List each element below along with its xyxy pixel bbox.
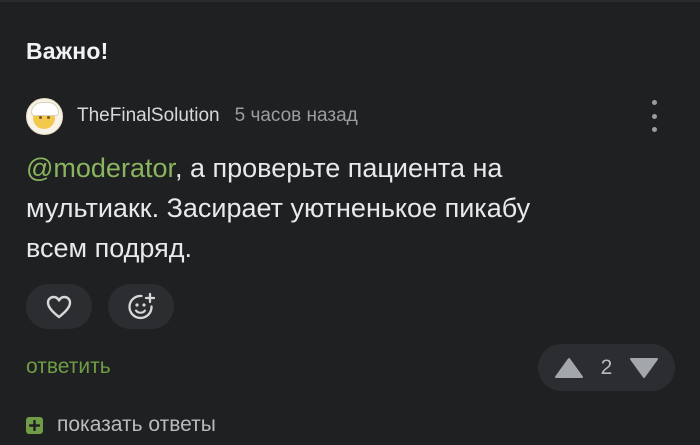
downvote-button[interactable] — [629, 357, 659, 379]
vertical-dots-icon[interactable] — [647, 100, 661, 132]
add-emoji-icon — [128, 292, 156, 319]
comment-header: TheFinalSolution 5 часов назад — [26, 97, 358, 135]
plus-icon — [26, 416, 43, 434]
reply-link[interactable]: ответить — [26, 355, 111, 379]
upvote-button[interactable] — [554, 357, 584, 379]
mention-link[interactable]: @moderator — [26, 153, 175, 183]
menu-dot — [651, 127, 657, 132]
avatar-hair — [31, 101, 59, 116]
comment-author[interactable]: TheFinalSolution — [77, 105, 220, 127]
comment-timestamp[interactable]: 5 часов назад — [235, 105, 358, 127]
triangle-up-icon — [555, 357, 583, 378]
section-title: Важно! — [26, 38, 109, 64]
add-reaction-button[interactable] — [108, 284, 174, 329]
comment-body: @moderator, а проверьте пациента на муль… — [26, 148, 586, 268]
avatar[interactable] — [26, 97, 63, 135]
triangle-down-icon — [630, 357, 658, 378]
show-replies-label: показать ответы — [57, 413, 216, 436]
rating-box: 2 — [538, 344, 675, 391]
avatar-eye-right — [47, 115, 50, 119]
menu-dot — [651, 113, 657, 119]
top-divider — [0, 0, 700, 2]
avatar-eye-left — [39, 115, 42, 119]
comment-screen: Важно! TheFinalSolution 5 часов назад @m… — [0, 0, 700, 445]
menu-dot — [651, 100, 657, 105]
like-button[interactable] — [26, 284, 92, 329]
heart-icon — [46, 295, 72, 318]
show-replies-button[interactable]: показать ответы — [26, 413, 216, 437]
rating-value: 2 — [600, 355, 613, 379]
